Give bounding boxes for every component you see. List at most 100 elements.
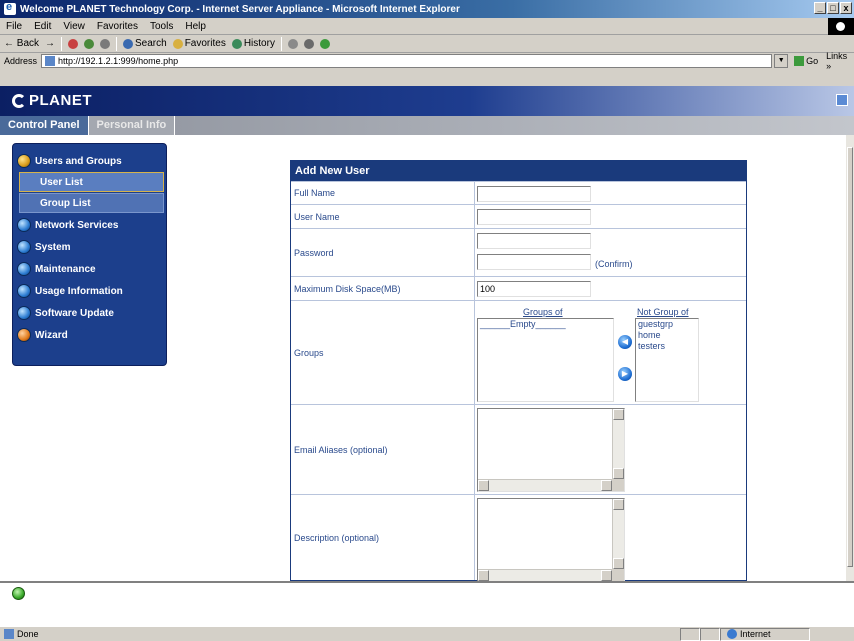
planet-logo-icon — [12, 93, 26, 108]
description-cell — [475, 495, 746, 582]
sidebar-item-wizard[interactable]: Wizard — [13, 324, 166, 346]
scroll-left-button[interactable] — [478, 570, 489, 581]
usage-icon — [17, 284, 31, 298]
add-user-form: Add New User Full Name User Name Passwor… — [290, 160, 747, 582]
scroll-down-button[interactable] — [613, 468, 624, 479]
sidebar-item-usage-information[interactable]: Usage Information — [13, 280, 166, 302]
textarea-hscroll[interactable] — [478, 569, 612, 581]
menu-view[interactable]: View — [63, 21, 85, 32]
address-dropdown-button[interactable]: ▼ — [774, 54, 789, 68]
menu-tools[interactable]: Tools — [150, 21, 173, 32]
user-name-label: User Name — [291, 205, 475, 228]
not-group-item[interactable]: testers — [638, 341, 698, 352]
close-button[interactable]: x — [840, 2, 852, 14]
mail-button[interactable] — [287, 38, 298, 49]
history-icon — [231, 38, 242, 49]
not-group-item[interactable]: home — [638, 330, 698, 341]
menu-edit[interactable]: Edit — [34, 21, 51, 32]
scrollbar-thumb[interactable] — [847, 147, 853, 567]
textarea-vscroll[interactable] — [612, 499, 624, 569]
disk-space-input[interactable]: 100 — [477, 281, 591, 297]
sidebar-item-label: Users and Groups — [35, 155, 122, 167]
email-aliases-textarea[interactable] — [477, 408, 625, 492]
groups-label: Groups — [291, 301, 475, 404]
tab-personal-info[interactable]: Personal Info — [87, 116, 176, 135]
go-button[interactable]: Go — [794, 56, 818, 66]
sidebar-menu: Users and Groups User List Group List Ne… — [12, 143, 167, 366]
address-input[interactable]: http://192.1.2.1:999/home.php — [41, 54, 773, 68]
remove-from-group-button[interactable]: ▶ — [618, 367, 632, 381]
logo-text: PLANET — [29, 92, 92, 109]
scroll-down-button[interactable] — [613, 558, 624, 569]
scroll-up-button[interactable] — [613, 409, 624, 420]
sidebar-item-network-services[interactable]: Network Services — [13, 214, 166, 236]
menu-favorites[interactable]: Favorites — [97, 21, 138, 32]
stop-button[interactable] — [68, 38, 79, 49]
sidebar-item-system[interactable]: System — [13, 236, 166, 258]
home-icon — [100, 38, 111, 49]
full-name-input[interactable] — [477, 186, 591, 202]
links-button[interactable]: Links » — [826, 51, 854, 71]
status-panel: Done — [0, 629, 680, 639]
browser-window: Welcome PLANET Technology Corp. - Intern… — [0, 0, 854, 641]
content-scrollbar[interactable] — [846, 135, 854, 581]
scroll-left-button[interactable] — [478, 480, 489, 491]
back-label: ← Back — [4, 38, 40, 49]
messenger-button[interactable] — [319, 38, 330, 49]
scroll-right-button[interactable] — [601, 480, 612, 491]
refresh-button[interactable] — [84, 38, 95, 49]
sidebar-item-users-groups[interactable]: Users and Groups — [13, 150, 166, 172]
address-url: http://192.1.2.1:999/home.php — [58, 56, 179, 66]
page-icon — [45, 56, 56, 66]
bottom-frame — [0, 581, 854, 626]
forward-button[interactable]: → — [45, 38, 55, 49]
status-text: Done — [17, 629, 39, 639]
description-textarea[interactable] — [477, 498, 625, 582]
refresh-icon — [84, 38, 95, 49]
search-button[interactable]: Search — [123, 38, 167, 49]
password-input[interactable] — [477, 233, 591, 249]
header-corner-button[interactable] — [836, 94, 848, 106]
add-icon[interactable] — [12, 587, 25, 600]
form-row-groups: Groups Groups of ______Empty______ ◀ ▶ N… — [291, 300, 746, 404]
tab-bar: Control Panel Personal Info — [0, 116, 854, 135]
confirm-password-input[interactable] — [477, 254, 591, 270]
network-icon — [17, 218, 31, 232]
minimize-button[interactable]: _ — [814, 2, 826, 14]
sidebar-item-label: Network Services — [35, 219, 119, 231]
mail-icon — [287, 38, 298, 49]
home-button[interactable] — [100, 38, 111, 49]
confirm-label: (Confirm) — [595, 259, 633, 269]
scroll-up-button[interactable] — [613, 499, 624, 510]
sidebar-item-software-update[interactable]: Software Update — [13, 302, 166, 324]
status-panel-blank — [680, 627, 700, 641]
full-name-cell — [475, 182, 746, 204]
history-label: History — [243, 38, 275, 49]
tab-control-panel[interactable]: Control Panel — [0, 116, 88, 135]
scroll-right-button[interactable] — [601, 570, 612, 581]
textarea-hscroll[interactable] — [478, 479, 612, 491]
full-name-label: Full Name — [291, 182, 475, 204]
not-group-of-list[interactable]: guestgrp home testers — [635, 318, 699, 402]
not-group-item[interactable]: guestgrp — [638, 319, 698, 330]
sidebar-item-label: System — [35, 241, 71, 253]
form-row-disk-space: Maximum Disk Space(MB) 100 — [291, 276, 746, 300]
groups-of-list[interactable]: ______Empty______ — [477, 318, 614, 402]
history-button[interactable]: History — [231, 38, 275, 49]
password-cell: (Confirm) — [475, 229, 746, 276]
sidebar-subitem-group-list[interactable]: Group List — [19, 193, 164, 213]
menu-help[interactable]: Help — [185, 21, 206, 32]
sidebar-item-maintenance[interactable]: Maintenance — [13, 258, 166, 280]
back-button[interactable]: ← Back — [4, 38, 39, 49]
groups-of-item[interactable]: ______Empty______ — [480, 319, 613, 330]
print-button[interactable] — [303, 38, 314, 49]
password-label: Password — [291, 229, 475, 276]
menu-file[interactable]: File — [6, 21, 22, 32]
favorites-button[interactable]: Favorites — [172, 38, 226, 49]
add-to-group-button[interactable]: ◀ — [618, 335, 632, 349]
sidebar-item-label: Wizard — [35, 329, 68, 341]
user-name-input[interactable] — [477, 209, 591, 225]
textarea-vscroll[interactable] — [612, 409, 624, 479]
maximize-button[interactable]: □ — [827, 2, 839, 14]
sidebar-subitem-user-list[interactable]: User List — [19, 172, 164, 192]
